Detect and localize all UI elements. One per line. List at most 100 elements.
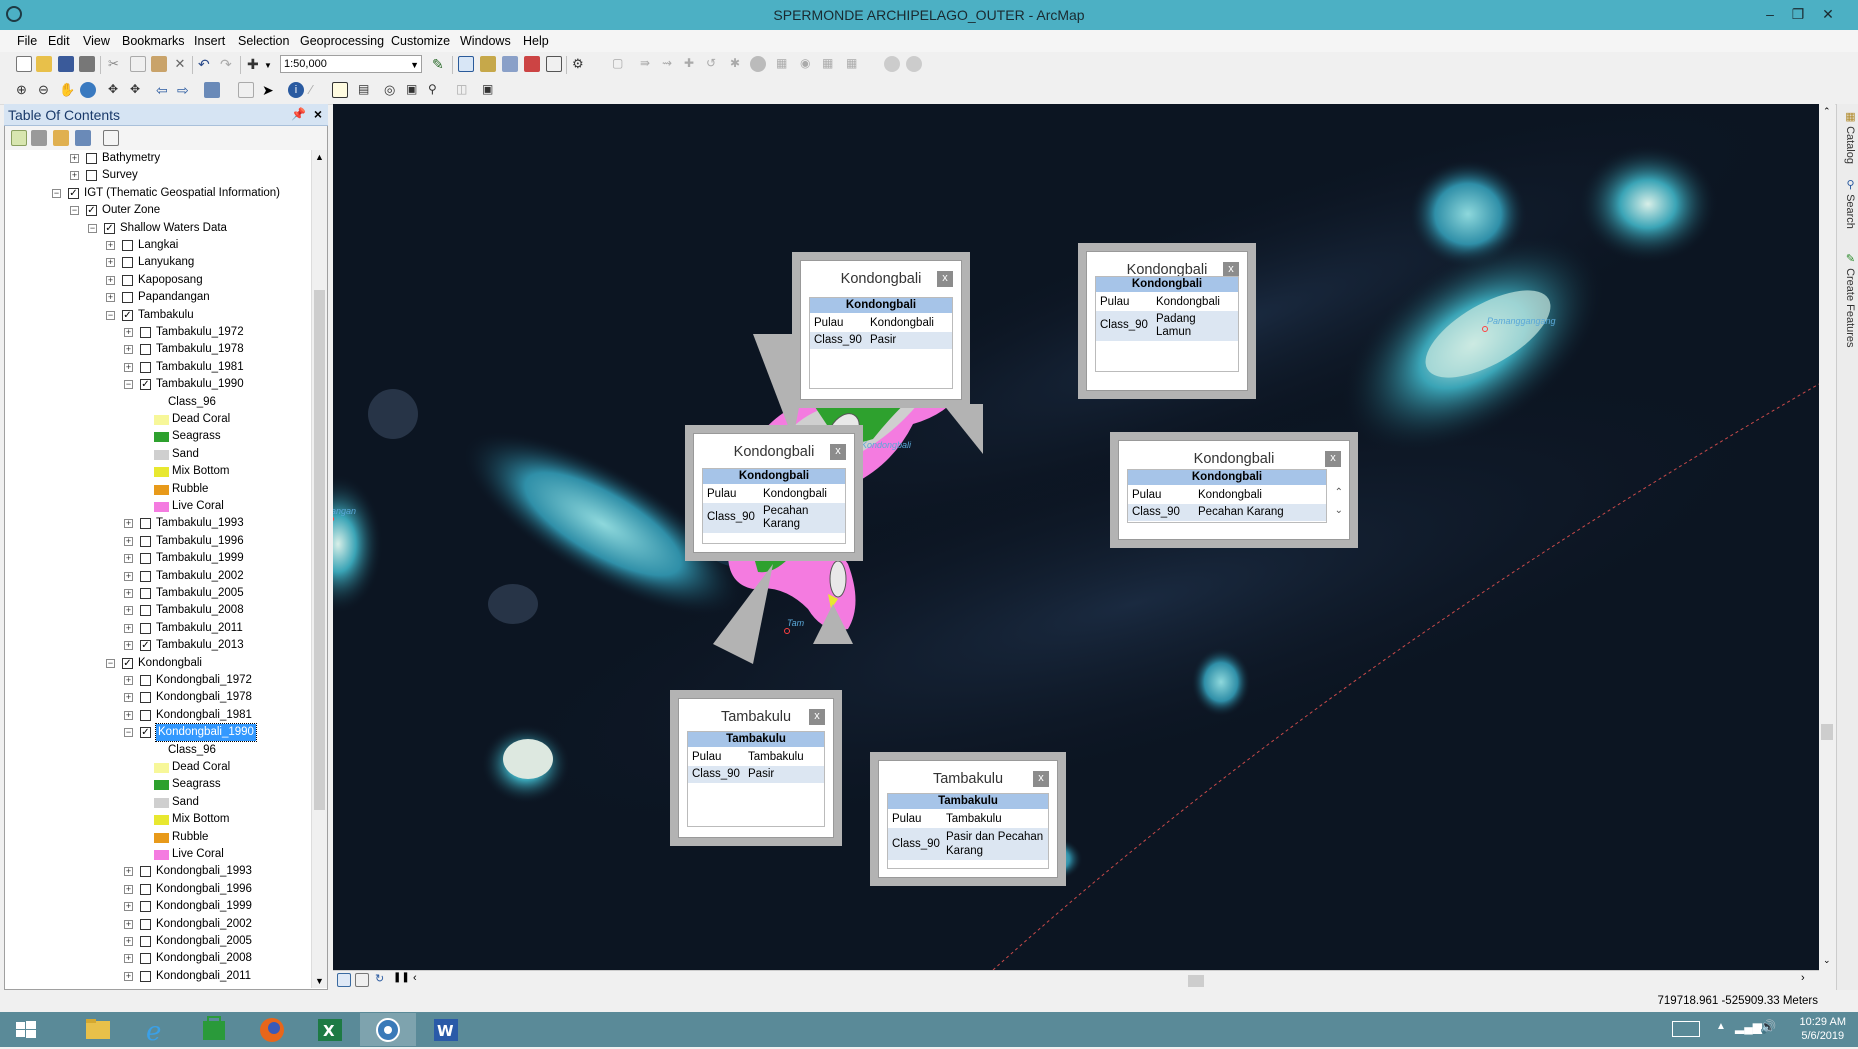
toc-layer-row[interactable]: + Tambakulu_1981 <box>5 359 311 376</box>
toc-close-icon[interactable]: × <box>314 106 322 122</box>
expand-icon[interactable]: + <box>124 571 133 581</box>
collapse-icon[interactable]: − <box>106 658 115 668</box>
toc-layer-row[interactable]: + Tambakulu_2002 <box>5 568 311 585</box>
add-data-icon[interactable]: ✚ <box>247 56 263 72</box>
popup-tambakulu-2[interactable]: Tambakulu x Tambakulu Pulau Tambakulu Cla… <box>870 752 1066 886</box>
expand-icon[interactable]: + <box>124 884 133 894</box>
expand-icon[interactable]: + <box>106 258 115 268</box>
layer-visibility-checkbox[interactable] <box>140 709 151 721</box>
grid-icon[interactable]: ▦ <box>822 56 838 72</box>
dock-tab-create-features[interactable]: ✎ Create Features <box>1839 252 1857 348</box>
expand-icon[interactable]: + <box>124 676 133 685</box>
layer-visibility-checkbox[interactable] <box>122 274 133 286</box>
keyboard-icon[interactable] <box>1672 1021 1700 1037</box>
search-window-icon[interactable] <box>502 56 518 72</box>
layer-visibility-checkbox[interactable] <box>140 883 151 895</box>
toc-layer-row[interactable]: + Lanyukang <box>5 254 311 271</box>
globe-grey-icon[interactable] <box>884 56 900 72</box>
measure-icon[interactable]: ▤ <box>358 82 374 98</box>
layer-visibility-checkbox[interactable]: ✓ <box>140 379 151 391</box>
layer-visibility-checkbox[interactable] <box>86 153 97 164</box>
fixed-zoom-in-icon[interactable]: ✥ <box>108 82 124 98</box>
georef-icon[interactable]: ◉ <box>800 56 816 72</box>
expand-icon[interactable]: + <box>124 937 133 946</box>
paste-icon[interactable] <box>151 56 167 72</box>
go-to-xy-icon[interactable]: ⚲ <box>428 82 444 98</box>
toc-scrollbar[interactable]: ▲ ▼ <box>311 150 327 988</box>
add-data-dropdown-icon[interactable]: ▼ <box>264 61 280 77</box>
catalog-icon[interactable] <box>480 56 496 72</box>
time-slider-icon[interactable]: ◫ <box>456 82 472 98</box>
layer-visibility-checkbox[interactable] <box>86 170 97 182</box>
expand-icon[interactable]: + <box>124 328 133 337</box>
toc-layer-row[interactable]: + Kondongbali_1996 <box>5 881 311 898</box>
popup-close-button[interactable]: x <box>1325 451 1341 467</box>
toc-layer-row[interactable]: + Kondongbali_1999 <box>5 898 311 915</box>
toc-layer-row[interactable]: − ✓ Kondongbali <box>5 655 311 672</box>
popup-close-button[interactable]: x <box>809 709 825 725</box>
toc-layer-row[interactable]: − ✓ Kondongbali_1990 <box>5 723 311 743</box>
expand-icon[interactable]: + <box>124 641 133 651</box>
list-by-source-icon[interactable] <box>31 130 47 146</box>
scroll-down-icon[interactable]: ▼ <box>315 976 324 986</box>
popup-close-button[interactable]: x <box>937 271 953 287</box>
expand-icon[interactable]: + <box>124 362 133 372</box>
layer-visibility-checkbox[interactable]: ✓ <box>104 222 115 234</box>
topology-icon[interactable]: ▦ <box>776 56 792 72</box>
data-view-icon[interactable] <box>337 973 351 987</box>
volume-icon[interactable]: 🔊 <box>1760 1019 1776 1035</box>
back-arrow-icon[interactable]: ⇦ <box>156 82 172 98</box>
close-button[interactable]: ✕ <box>1816 4 1840 24</box>
menu-customize[interactable]: Customize <box>391 34 450 48</box>
layer-visibility-checkbox[interactable]: ✓ <box>68 187 79 199</box>
map-scroll-thumb[interactable] <box>1821 724 1833 740</box>
reshape-icon[interactable]: ⇛ <box>640 56 656 72</box>
expand-icon[interactable]: + <box>124 710 133 720</box>
layer-visibility-checkbox[interactable] <box>140 605 151 617</box>
popup-close-button[interactable]: x <box>1033 771 1049 787</box>
layer-visibility-checkbox[interactable] <box>140 535 151 547</box>
redo-icon[interactable]: ↷ <box>220 56 236 72</box>
map-view[interactable]: Pamanggangang Kondongbali Papandangan Ta… <box>333 104 1819 970</box>
layer-visibility-checkbox[interactable] <box>122 292 133 304</box>
list-by-drawing-order-icon[interactable] <box>11 130 27 146</box>
network-icon[interactable]: ▂▄▆ <box>1735 1020 1762 1034</box>
toc-scroll-thumb[interactable] <box>314 290 325 810</box>
html-popup-icon[interactable] <box>332 82 348 98</box>
restore-button[interactable]: ❐ <box>1786 4 1810 24</box>
taskbar-excel[interactable]: X <box>302 1013 358 1046</box>
attributes-icon[interactable] <box>750 56 766 72</box>
expand-icon[interactable]: + <box>124 554 133 564</box>
toc-layer-row[interactable]: + Tambakulu_1996 <box>5 533 311 550</box>
map-scroll-down-icon[interactable]: ⌄ <box>1823 955 1831 966</box>
select-elements-icon[interactable]: ➤ <box>262 82 278 98</box>
toc-layer-row[interactable]: + Tambakulu_1972 <box>5 324 311 341</box>
expand-icon[interactable]: + <box>106 275 115 285</box>
expand-icon[interactable]: + <box>70 154 79 163</box>
menu-windows[interactable]: Windows <box>460 34 511 48</box>
options-icon[interactable] <box>103 130 119 146</box>
menu-selection[interactable]: Selection <box>238 34 289 48</box>
layer-visibility-checkbox[interactable]: ✓ <box>122 657 133 669</box>
fixed-zoom-out-icon[interactable]: ✥ <box>130 82 146 98</box>
pin-icon[interactable]: 📌 <box>291 107 306 121</box>
expand-icon[interactable]: + <box>106 241 115 250</box>
forward-arrow-icon[interactable]: ⇨ <box>177 82 193 98</box>
delete-icon[interactable]: ✕ <box>172 56 188 72</box>
expand-icon[interactable]: + <box>124 606 133 616</box>
menu-file[interactable]: File <box>17 34 37 48</box>
cut-icon[interactable]: ✂ <box>108 56 124 72</box>
layer-visibility-checkbox[interactable]: ✓ <box>86 205 97 217</box>
layer-visibility-checkbox[interactable] <box>140 344 151 356</box>
layout-view-icon[interactable] <box>355 973 369 987</box>
popup-kondongbali-3[interactable]: Kondongbali x Kondongbali Pulau Kondongba… <box>685 425 863 561</box>
layer-visibility-checkbox[interactable] <box>140 918 151 930</box>
toc-layer-row[interactable]: + Kondongbali_1972 <box>5 672 311 689</box>
popup-kondongbali-4[interactable]: Kondongbali x Kondongbali Pulau Kondongba… <box>1110 432 1358 548</box>
collapse-icon[interactable]: − <box>88 223 97 233</box>
map-scroll-up-icon[interactable]: ⌃ <box>1823 106 1831 117</box>
toc-layer-row[interactable]: − ✓ Tambakulu_1990 <box>5 376 311 393</box>
layer-visibility-checkbox[interactable] <box>140 361 151 373</box>
full-extent-icon[interactable] <box>80 82 96 98</box>
refresh-icon[interactable]: ↻ <box>375 972 391 988</box>
